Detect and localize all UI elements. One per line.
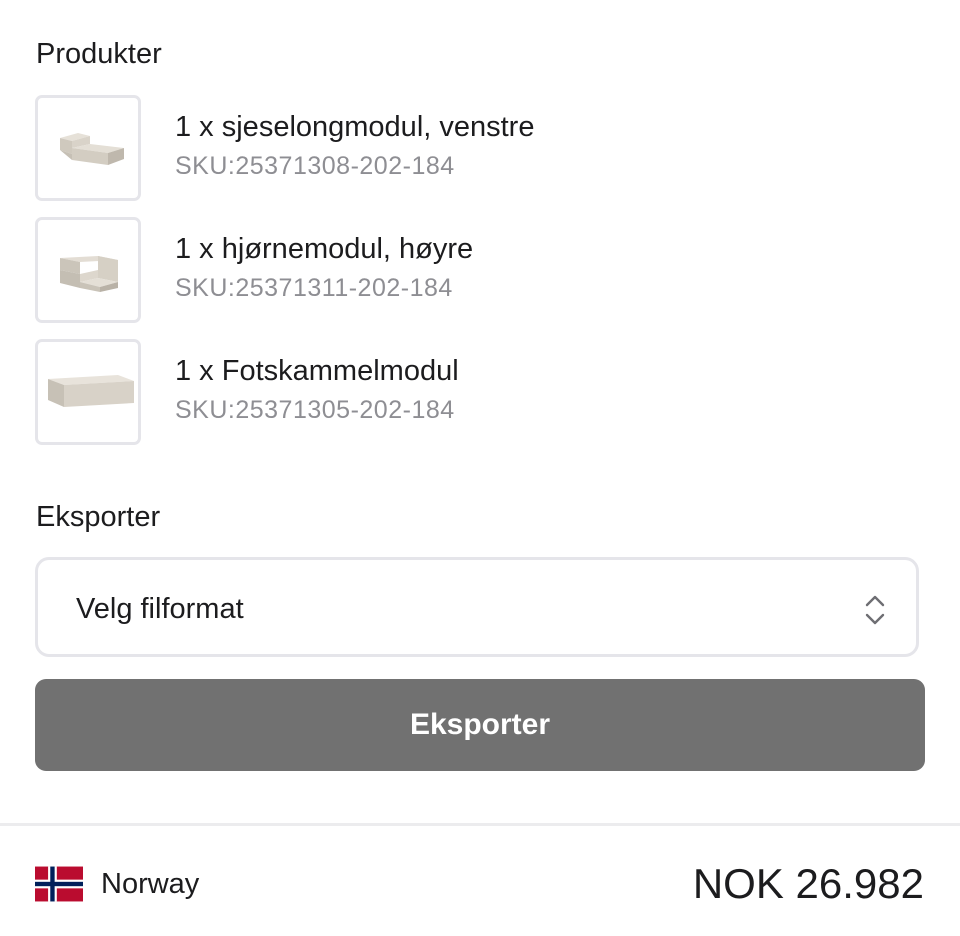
product-sku: SKU:25371305-202-184 — [175, 396, 455, 424]
product-item[interactable]: 1 x hjørnemodul, høyre SKU:25371311-202-… — [35, 217, 915, 323]
file-format-select-value: Velg filformat — [76, 593, 244, 625]
country-name: Norway — [101, 867, 200, 900]
file-format-select[interactable]: Velg filformat — [35, 557, 919, 657]
product-item[interactable]: 1 x Fotskammelmodul SKU:25371305-202-184 — [35, 339, 915, 445]
product-sku: SKU:25371308-202-184 — [175, 152, 455, 180]
product-name: 1 x Fotskammelmodul — [175, 355, 459, 387]
export-heading: Eksporter — [36, 501, 161, 533]
total-price: NOK 26.982 — [692, 860, 924, 907]
corner-module-image — [35, 217, 141, 323]
products-heading: Produkter — [36, 38, 162, 70]
norway-flag-icon — [35, 866, 83, 902]
footer-divider — [0, 823, 960, 826]
product-name: 1 x hjørnemodul, høyre — [175, 233, 474, 265]
footstool-module-image — [35, 339, 141, 445]
chevron-up-down-icon — [865, 595, 885, 625]
product-item[interactable]: 1 x sjeselongmodul, venstre SKU:25371308… — [35, 95, 915, 201]
chaise-module-image — [35, 95, 141, 201]
product-name: 1 x sjeselongmodul, venstre — [175, 111, 535, 143]
country-selector[interactable]: Norway — [35, 862, 199, 906]
product-sku: SKU:25371311-202-184 — [175, 274, 453, 302]
export-button[interactable]: Eksporter — [35, 679, 925, 771]
